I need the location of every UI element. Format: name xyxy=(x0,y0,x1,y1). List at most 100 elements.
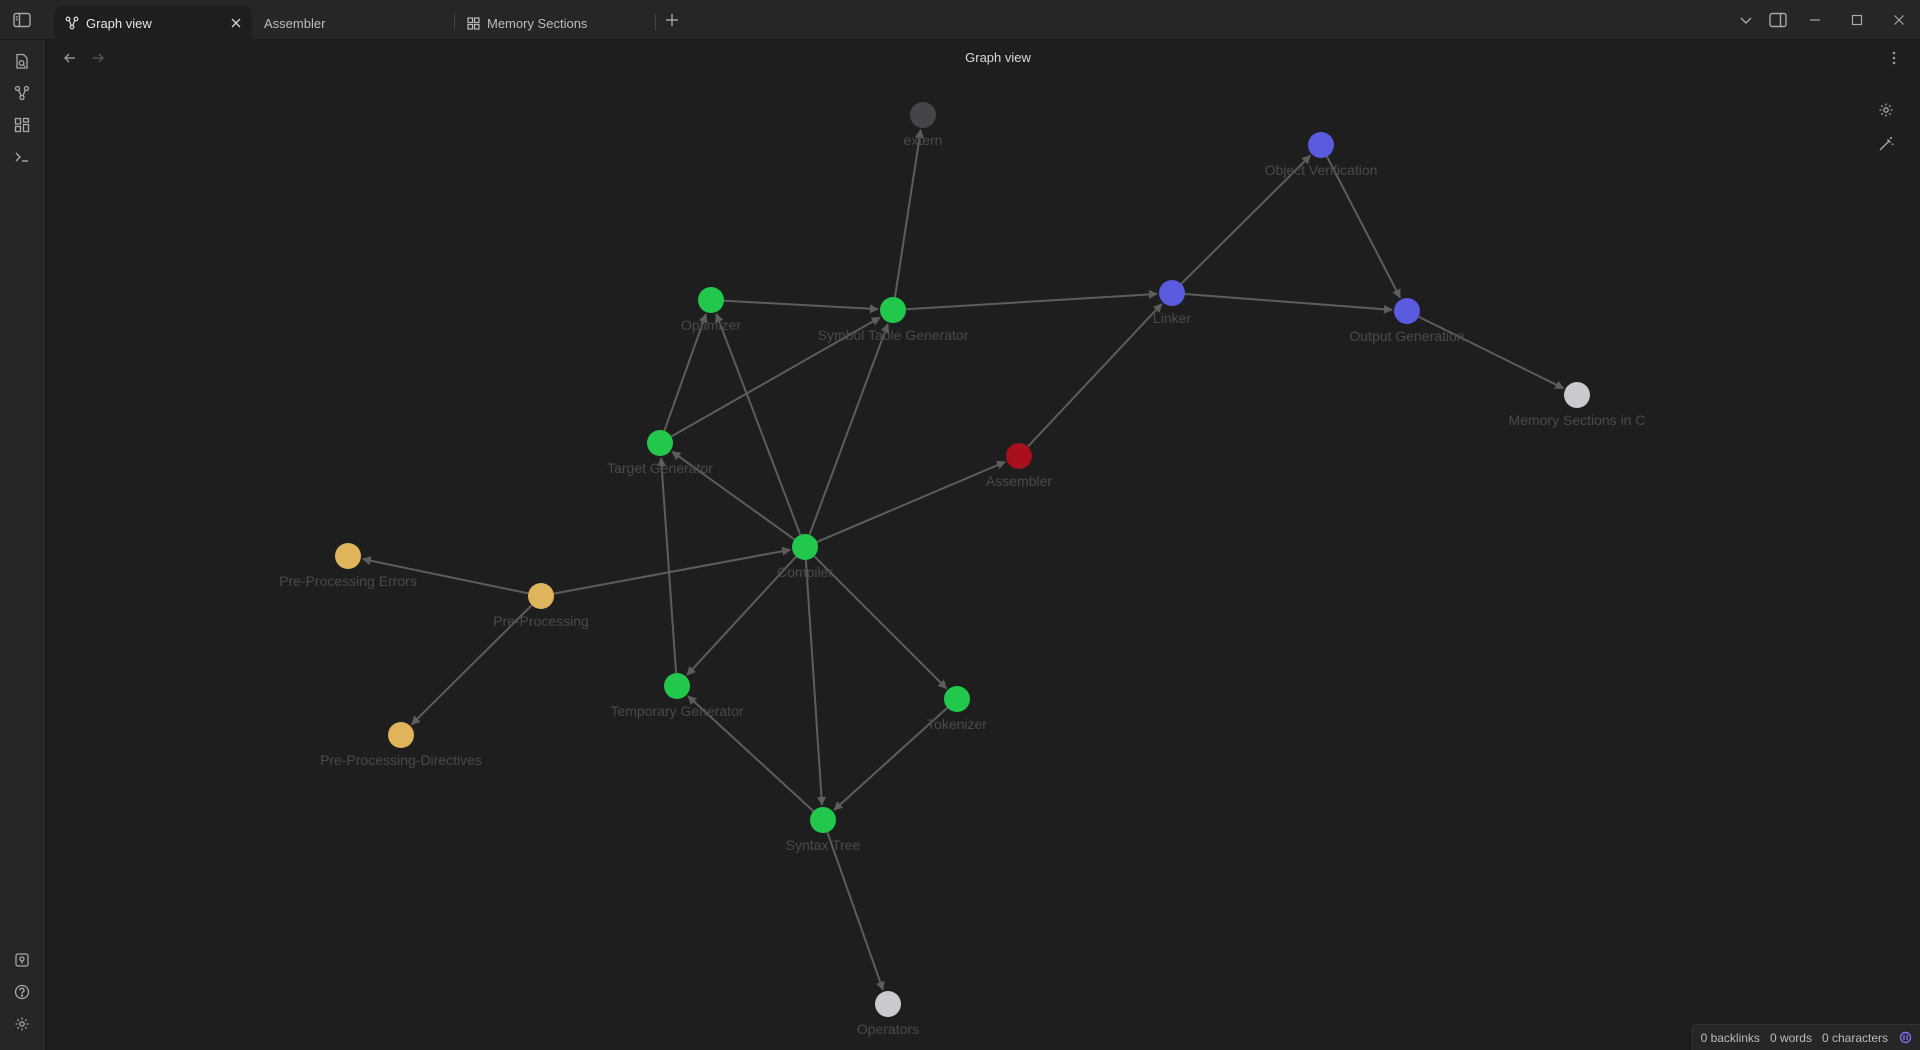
graph-edge-assembler-to-linker xyxy=(1027,303,1163,448)
left-ribbon xyxy=(0,40,44,1050)
settings-gear-icon[interactable] xyxy=(10,1012,34,1036)
node-label: Optimizer xyxy=(681,317,741,333)
graph-node-target-generator[interactable]: Target Generator xyxy=(607,430,713,476)
graph-view-icon[interactable] xyxy=(10,81,34,105)
maximize-icon[interactable] xyxy=(1845,8,1869,32)
chevron-down-icon[interactable] xyxy=(1734,8,1758,32)
node-dot[interactable] xyxy=(647,430,673,456)
tab-label: Memory Sections xyxy=(487,15,588,31)
help-icon[interactable] xyxy=(10,980,34,1004)
right-sidebar-toggle-icon[interactable] xyxy=(1766,8,1790,32)
graph-edge-compiler-to-assembler xyxy=(816,460,1007,543)
graph-nodes: extern Object Verification Optimizer Symbol… xyxy=(279,102,1645,1037)
tab-assembler[interactable]: Assembler xyxy=(254,6,454,40)
graph-edge-syntax-tree-to-operators xyxy=(826,831,885,991)
node-dot[interactable] xyxy=(698,287,724,313)
graph-node-optimizer[interactable]: Optimizer xyxy=(681,287,741,333)
node-dot[interactable] xyxy=(910,102,936,128)
back-arrow-icon[interactable] xyxy=(58,46,82,70)
status-bar: 0 backlinks 0 words 0 characters xyxy=(1691,1024,1920,1050)
tab-memory-sections[interactable]: Memory Sections xyxy=(455,6,655,40)
graph-node-extern[interactable]: extern xyxy=(904,102,943,148)
graph-edge-linker-to-output-generation xyxy=(1184,292,1393,314)
canvas-icon[interactable] xyxy=(10,113,34,137)
node-dot[interactable] xyxy=(335,543,361,569)
terminal-icon[interactable] xyxy=(10,145,34,169)
tab-graph-view[interactable]: Graph view xyxy=(54,6,252,40)
graph-edge-compiler-to-syntax-tree xyxy=(804,559,826,806)
tab-bar: Graph view Assembler Memory Sections xyxy=(0,0,1920,40)
minimize-icon[interactable] xyxy=(1803,8,1827,32)
node-dot[interactable] xyxy=(1564,382,1590,408)
graph-edges xyxy=(361,128,1565,991)
node-label: Pre-Processing-Directives xyxy=(320,752,482,768)
graph-edge-symbol-table-generator-to-linker xyxy=(905,289,1158,311)
view-title: Graph view xyxy=(965,50,1031,65)
animate-wand-icon[interactable] xyxy=(1874,132,1898,156)
node-dot[interactable] xyxy=(388,722,414,748)
tab-label: Assembler xyxy=(264,15,326,31)
graph-edge-pre-processing-to-compiler xyxy=(553,546,792,595)
sidebar-toggle-icon[interactable] xyxy=(10,8,34,32)
graph-settings-icon[interactable] xyxy=(1874,98,1898,122)
node-label: Compiler xyxy=(777,564,833,580)
more-options-icon[interactable] xyxy=(1882,46,1906,70)
node-dot[interactable] xyxy=(528,583,554,609)
canvas-icon xyxy=(465,15,481,31)
node-label: Tokenizer xyxy=(927,716,987,732)
graph-edge-compiler-to-optimizer xyxy=(715,313,802,536)
node-dot[interactable] xyxy=(1006,443,1032,469)
node-label: Linker xyxy=(1153,310,1191,326)
node-label: Syntax Tree xyxy=(786,837,861,853)
character-count: 0 characters xyxy=(1821,1030,1888,1045)
tab-label: Graph view xyxy=(86,15,152,31)
node-dot[interactable] xyxy=(1159,280,1185,306)
graph-node-temporary-generator[interactable]: Temporary Generator xyxy=(610,673,744,719)
node-label: Symbol Table Generator xyxy=(818,327,969,343)
graph-node-compiler[interactable]: Compiler xyxy=(777,534,833,580)
node-dot[interactable] xyxy=(875,991,901,1017)
node-dot[interactable] xyxy=(810,807,836,833)
node-dot[interactable] xyxy=(792,534,818,560)
graph-node-operators[interactable]: Operators xyxy=(857,991,919,1037)
graph-node-output-generation[interactable]: Output Generation xyxy=(1349,298,1465,344)
graph-edge-symbol-table-generator-to-extern xyxy=(893,128,924,298)
graph-node-pre-processing-directives[interactable]: Pre-Processing-Directives xyxy=(320,722,482,768)
open-quick-switcher-icon[interactable] xyxy=(10,49,34,73)
node-label: extern xyxy=(904,132,943,148)
graph-canvas[interactable]: extern Object Verification Optimizer Symbol… xyxy=(44,76,1920,1050)
close-icon[interactable] xyxy=(228,15,244,31)
node-label: Pre-Processing Errors xyxy=(279,573,417,589)
graph-edge-optimizer-to-symbol-table-generator xyxy=(723,299,879,314)
node-label: Output Generation xyxy=(1349,328,1464,344)
node-label: Memory Sections in C xyxy=(1509,412,1646,428)
view-header: Graph view xyxy=(44,40,1920,76)
graph-edge-compiler-to-symbol-table-generator xyxy=(808,323,890,536)
node-label: Assembler xyxy=(986,473,1052,489)
graph-node-object-verification[interactable]: Object Verification xyxy=(1265,132,1378,178)
node-dot[interactable] xyxy=(880,297,906,323)
vault-switcher-icon[interactable] xyxy=(10,948,34,972)
node-label: Pre-Processing xyxy=(493,613,589,629)
node-dot[interactable] xyxy=(664,673,690,699)
graph-node-syntax-tree[interactable]: Syntax Tree xyxy=(786,807,861,853)
node-dot[interactable] xyxy=(1308,132,1334,158)
new-tab-icon[interactable] xyxy=(660,8,684,32)
backlinks-count[interactable]: 0 backlinks xyxy=(1701,1031,1760,1045)
node-label: Object Verification xyxy=(1265,162,1378,178)
node-dot[interactable] xyxy=(944,686,970,712)
word-count: 0 words xyxy=(1769,1030,1812,1045)
graph-node-symbol-table-generator[interactable]: Symbol Table Generator xyxy=(818,297,969,343)
graph-node-tokenizer[interactable]: Tokenizer xyxy=(927,686,987,732)
window-close-icon[interactable] xyxy=(1887,8,1911,32)
graph-edge-compiler-to-tokenizer xyxy=(813,555,948,690)
node-label: Target Generator xyxy=(607,460,713,476)
forward-arrow-icon[interactable] xyxy=(86,46,110,70)
node-dot[interactable] xyxy=(1394,298,1420,324)
graph-node-memory-sections-in-c[interactable]: Memory Sections in C xyxy=(1509,382,1646,428)
node-label: Temporary Generator xyxy=(610,703,743,719)
sync-status-icon[interactable] xyxy=(1898,1031,1912,1045)
graph-edge-temporary-generator-to-target-generator xyxy=(657,457,678,674)
graph-node-linker[interactable]: Linker xyxy=(1153,280,1191,326)
node-label: Operators xyxy=(857,1021,919,1037)
